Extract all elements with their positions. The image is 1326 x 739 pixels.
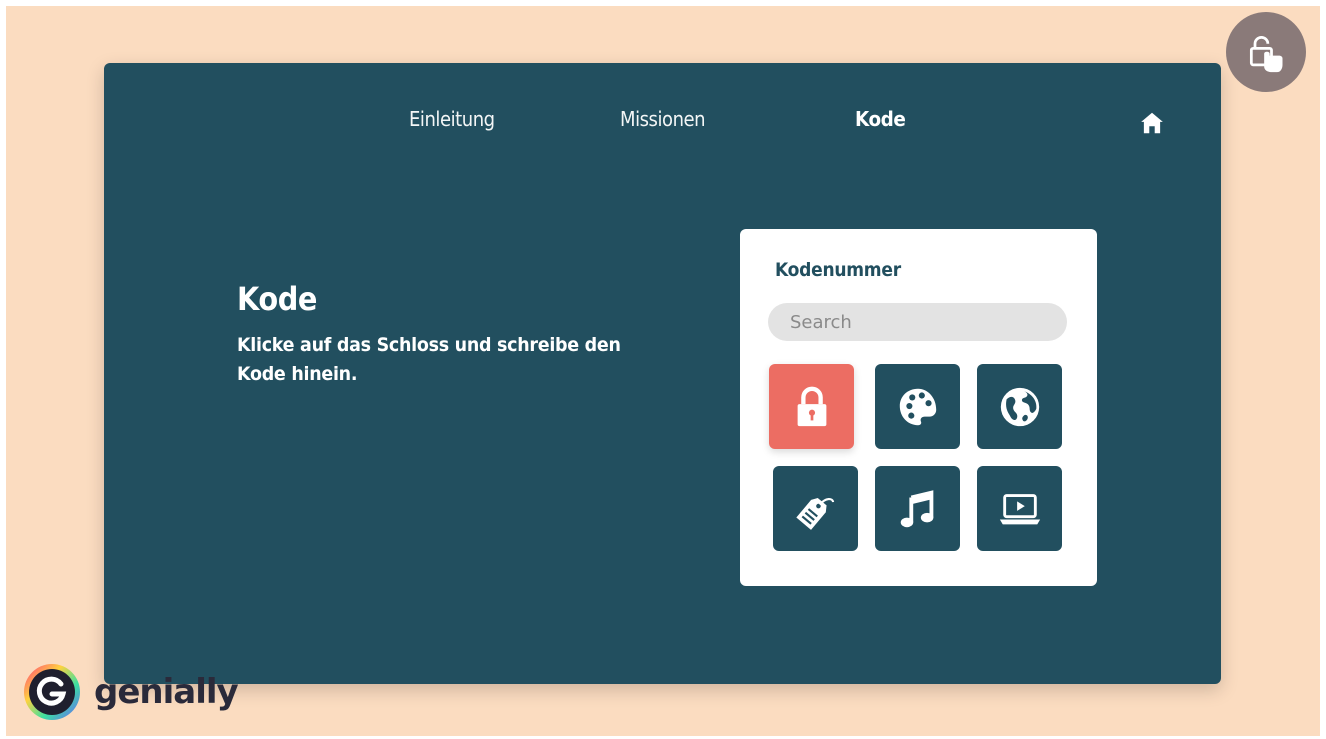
code-panel-title: Kodenummer [775, 259, 901, 281]
lock-tile[interactable] [769, 364, 854, 449]
search-input[interactable] [768, 303, 1067, 341]
page-background: Einleitung Missionen Kode Kode Klicke au… [6, 6, 1320, 736]
music-tile[interactable] [875, 466, 960, 551]
page-title: Kode [237, 280, 317, 318]
code-panel: Kodenummer [740, 229, 1097, 586]
tag-tile[interactable] [773, 466, 858, 551]
touch-interaction-button[interactable] [1226, 12, 1306, 92]
home-button[interactable] [1139, 110, 1165, 136]
nav-link-kode[interactable]: Kode [855, 107, 906, 131]
nav-link-einleitung[interactable]: Einleitung [409, 107, 495, 131]
brand-badge[interactable]: genially [22, 662, 239, 722]
music-note-icon [900, 489, 933, 527]
instructions-text: Klicke auf das Schloss und schreibe den … [237, 334, 621, 385]
video-laptop-icon [999, 493, 1040, 524]
lock-icon [797, 386, 826, 426]
globe-icon [1000, 387, 1039, 426]
video-tile[interactable] [977, 466, 1062, 551]
genially-logo-icon [24, 664, 80, 720]
palette-icon [899, 388, 936, 425]
palette-tile[interactable] [875, 364, 960, 449]
tag-icon [795, 497, 834, 530]
nav-link-missionen[interactable]: Missionen [620, 107, 706, 131]
touch-unlock-icon [1249, 35, 1283, 73]
home-icon [1141, 112, 1163, 134]
brand-name: genially [94, 672, 239, 712]
slide-panel: Einleitung Missionen Kode Kode Klicke au… [104, 63, 1221, 684]
globe-tile[interactable] [977, 364, 1062, 449]
